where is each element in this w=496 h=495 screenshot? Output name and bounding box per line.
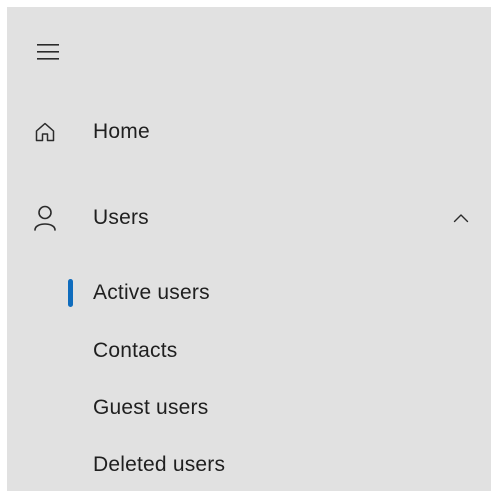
sub-item-contacts[interactable]: Contacts [7, 327, 491, 375]
hamburger-icon [37, 44, 59, 60]
nav-item-home-label: Home [93, 120, 150, 143]
selection-indicator [68, 279, 73, 307]
sub-item-label: Guest users [93, 396, 209, 419]
navigation-pane: Home Users Active users Contacts Guest u… [7, 7, 491, 491]
sub-item-label: Active users [93, 281, 210, 304]
nav-item-users-label: Users [93, 206, 149, 229]
home-icon [29, 116, 61, 148]
person-icon [29, 202, 61, 234]
sub-item-active-users[interactable]: Active users [7, 269, 491, 317]
nav-item-home[interactable]: Home [7, 104, 491, 160]
chevron-up-icon[interactable] [449, 206, 473, 230]
hamburger-menu-button[interactable] [29, 33, 67, 71]
sub-item-guest-users[interactable]: Guest users [7, 384, 491, 432]
sub-item-label: Contacts [93, 339, 178, 362]
sub-item-label: Deleted users [93, 453, 226, 476]
nav-item-users[interactable]: Users [7, 190, 491, 246]
sub-item-deleted-users[interactable]: Deleted users [7, 441, 491, 489]
